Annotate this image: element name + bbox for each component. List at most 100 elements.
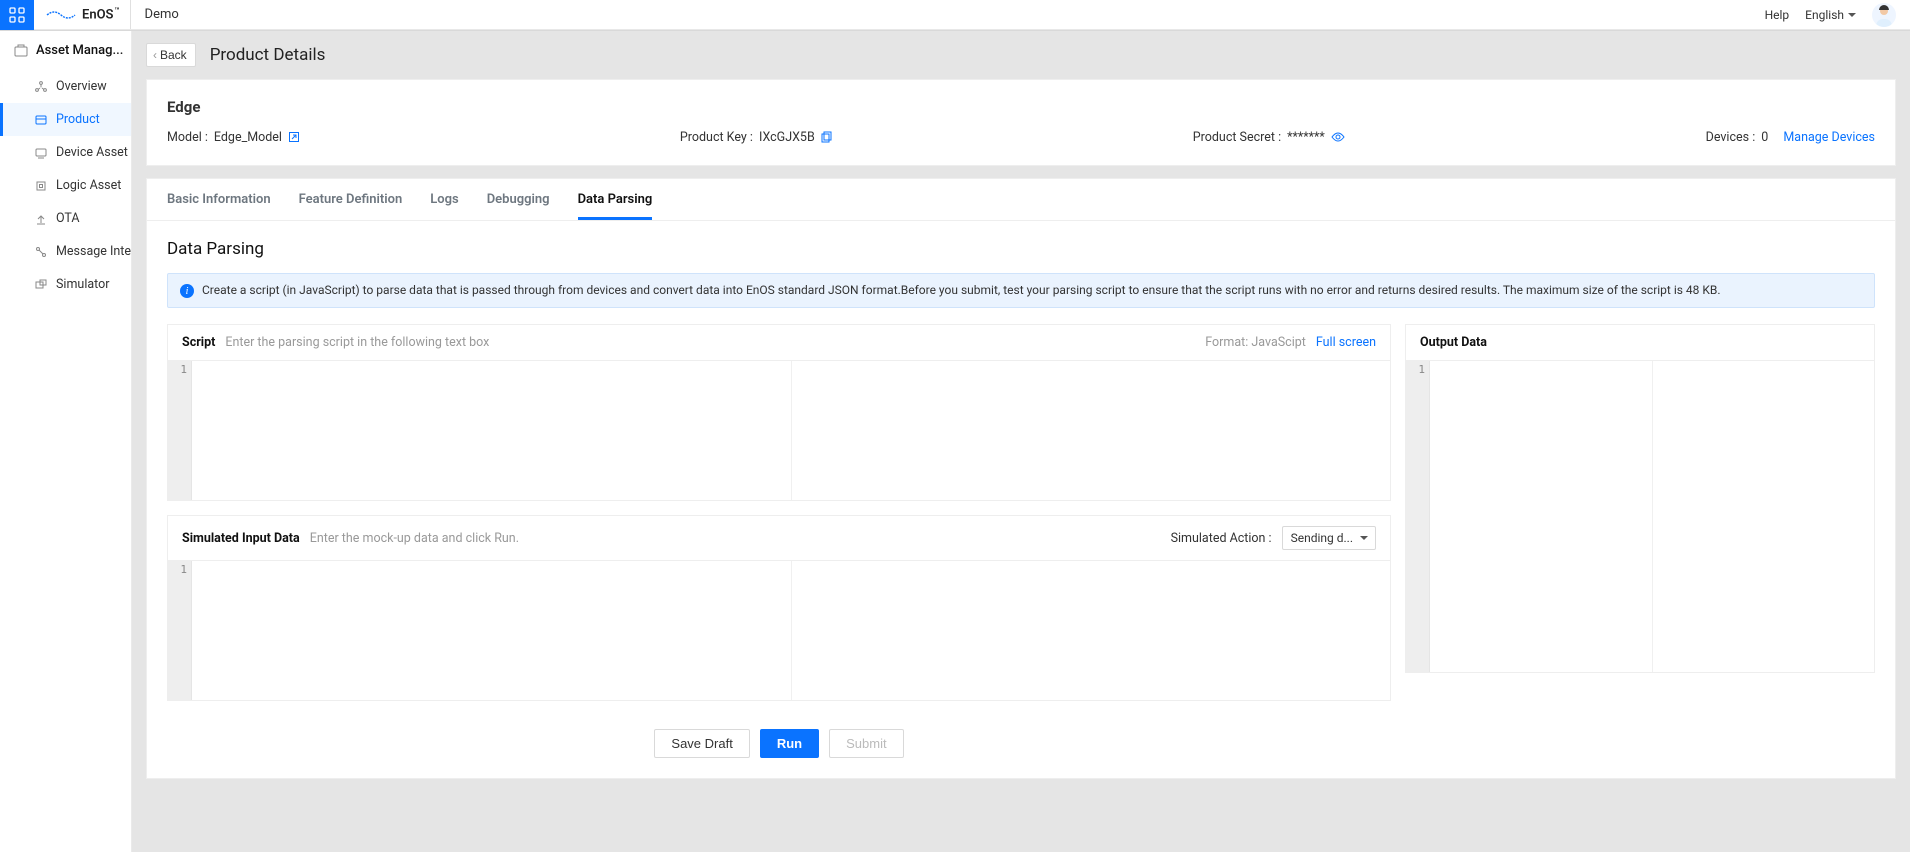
script-format: Format: JavaScipt [1205,335,1306,350]
topbar: EnOS™ Demo Help English [0,0,1910,30]
fullscreen-link[interactable]: Full screen [1316,335,1376,350]
copy-key-icon[interactable] [821,131,835,145]
product-devices: Devices : 0 Manage Devices [1706,130,1875,145]
script-hint: Enter the parsing script in the followin… [225,335,489,350]
app-switcher-button[interactable] [0,0,34,30]
input-gutter: 1 [168,561,192,700]
input-hint: Enter the mock-up data and click Run. [310,531,519,546]
grid-icon [9,7,25,23]
product-name: Edge [167,98,1875,116]
action-buttons: Save Draft Run Submit [167,715,1391,758]
sidebar-item-label: OTA [56,211,80,226]
input-editor[interactable]: 1 [168,560,1390,700]
model-value: Edge_Model [214,130,282,145]
simulated-action-value: Sending d... [1291,531,1353,545]
page-title: Product Details [210,45,326,65]
devices-label: Devices : [1706,130,1756,145]
tab-body: Data Parsing i Create a script (in JavaS… [147,221,1895,778]
main-content: ‹ Back Product Details Edge Model : Edge… [132,31,1910,852]
output-panel: Output Data 1 [1405,324,1875,673]
brand-logo-icon [46,8,76,22]
run-button[interactable]: Run [760,729,819,758]
output-text [1430,361,1874,672]
product-secret: Product Secret : ******* [1193,130,1686,145]
sidebar-group-title[interactable]: Asset Manag... [0,31,131,70]
sidebar-item-label: Product [56,112,100,127]
output-label: Output Data [1420,335,1487,350]
sidebar-group-label: Asset Manag... [36,43,123,58]
tabs-row: Basic Information Feature Definition Log… [147,179,1895,221]
sidebar-item-overview[interactable]: Overview [0,70,131,103]
sidebar-item-simulator[interactable]: Simulator [0,268,131,301]
product-model: Model : Edge_Model [167,130,660,145]
input-textarea[interactable] [192,561,1390,700]
product-key: Product Key : IXcGJX5B [680,130,1173,145]
output-gutter: 1 [1406,361,1430,672]
script-textarea[interactable] [192,361,1390,500]
back-label: Back [160,48,187,62]
section-title: Data Parsing [167,239,1875,259]
sidebar-item-logic-asset[interactable]: Logic Asset [0,169,131,202]
chevron-down-icon [1848,13,1856,17]
sidebar-item-label: Message Integration [56,244,132,259]
sidebar-item-label: Simulator [56,277,110,292]
model-label: Model : [167,130,208,145]
sidebar: Asset Manag... Overview Product Device A… [0,31,132,852]
simulated-input-panel: Simulated Input Data Enter the mock-up d… [167,515,1391,701]
product-summary-card: Edge Model : Edge_Model Product Key : IX… [146,79,1896,166]
tabs-card: Basic Information Feature Definition Log… [146,178,1896,779]
language-label: English [1805,8,1844,22]
output-viewer: 1 [1406,360,1874,672]
tab-feature-definition[interactable]: Feature Definition [299,179,403,220]
goto-model-icon[interactable] [288,131,302,145]
simulator-icon [34,278,48,292]
ota-icon [34,212,48,226]
script-label: Script [182,335,215,350]
sidebar-item-label: Overview [56,79,107,94]
script-gutter: 1 [168,361,192,500]
save-draft-button[interactable]: Save Draft [654,729,749,758]
asset-icon [14,44,28,58]
page-header: ‹ Back Product Details [146,31,1896,79]
language-selector[interactable]: English [1805,8,1856,22]
integration-icon [34,245,48,259]
simulated-action-select[interactable]: Sending d... [1282,526,1376,550]
script-editor[interactable]: 1 [168,360,1390,500]
product-icon [34,113,48,127]
device-icon [34,146,48,160]
breadcrumb: Demo [131,7,179,22]
devices-count: 0 [1761,130,1768,145]
manage-devices-link[interactable]: Manage Devices [1783,130,1875,145]
key-value: IXcGJX5B [759,130,815,145]
input-label: Simulated Input Data [182,531,300,546]
brand[interactable]: EnOS™ [34,0,131,29]
chevron-left-icon: ‹ [153,48,157,62]
tab-debugging[interactable]: Debugging [487,179,550,220]
sidebar-item-label: Logic Asset [56,178,121,193]
back-button[interactable]: ‹ Back [146,43,196,67]
tab-data-parsing[interactable]: Data Parsing [578,179,653,220]
info-text: Create a script (in JavaScript) to parse… [202,283,1721,297]
sidebar-item-ota[interactable]: OTA [0,202,131,235]
sidebar-item-product[interactable]: Product [0,103,131,136]
chevron-down-icon [1360,536,1368,540]
script-panel: Script Enter the parsing script in the f… [167,324,1391,501]
avatar[interactable] [1872,3,1896,27]
brand-name: EnOS™ [82,6,120,22]
info-banner: i Create a script (in JavaScript) to par… [167,273,1875,308]
logic-icon [34,179,48,193]
submit-button[interactable]: Submit [829,729,903,758]
reveal-secret-icon[interactable] [1331,131,1345,145]
secret-label: Product Secret : [1193,130,1281,145]
tab-logs[interactable]: Logs [430,179,458,220]
simulated-action-label: Simulated Action : [1171,531,1272,546]
help-link[interactable]: Help [1765,8,1790,22]
tab-basic-information[interactable]: Basic Information [167,179,271,220]
overview-icon [34,80,48,94]
sidebar-item-label: Device Asset [56,145,128,160]
sidebar-item-message-integration[interactable]: Message Integration [0,235,131,268]
user-avatar-icon [1872,3,1896,27]
sidebar-item-device-asset[interactable]: Device Asset [0,136,131,169]
key-label: Product Key : [680,130,753,145]
info-icon: i [180,284,194,298]
